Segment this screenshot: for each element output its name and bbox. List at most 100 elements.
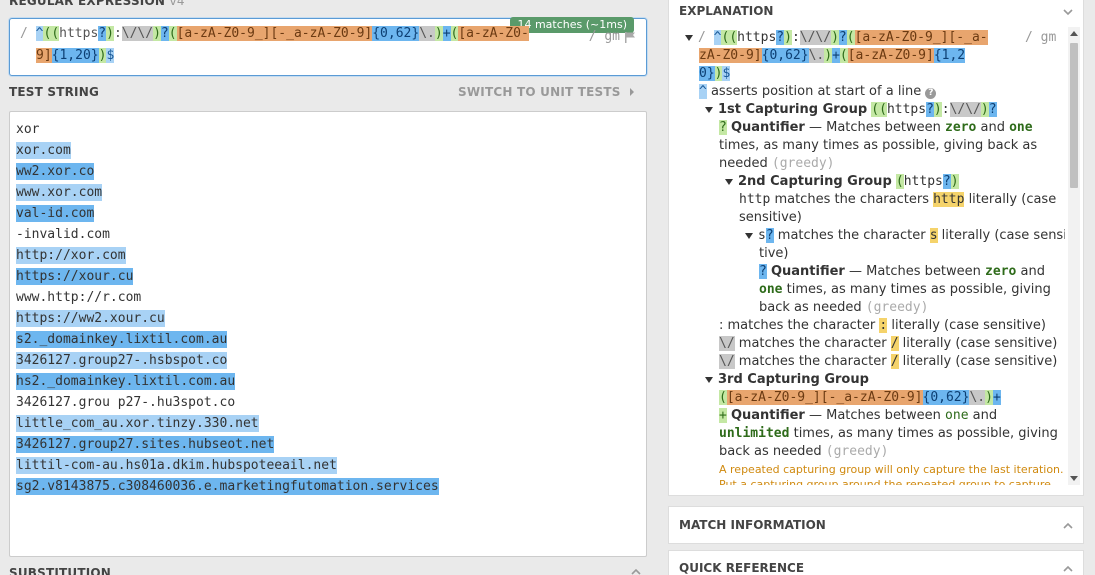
regex-tokens-line-1: ^((https?):\/\/)?([a-zA-Z0-9_][-_a-zA-Z0… xyxy=(35,26,529,41)
match-highlight: www.xor.com xyxy=(16,184,103,201)
regex-token: ( xyxy=(51,26,60,41)
expl-http-row-2: sensitive) xyxy=(739,210,802,225)
test-string-line: xor xyxy=(16,119,439,140)
substitution-header[interactable]: SUBSTITUTION xyxy=(9,566,645,575)
left-column: REGULAR EXPRESSION v4 14 matches (~1ms) … xyxy=(0,0,657,575)
regex-tokens-line-2: 9]{1,20})$ xyxy=(36,48,115,63)
scroll-up-icon[interactable] xyxy=(1070,31,1078,36)
expl-group-1-pattern: ((https?):\/\/)? xyxy=(871,102,997,117)
test-string-line: https://xour.cu xyxy=(16,266,439,287)
chevron-right-icon xyxy=(630,88,634,96)
match-information-panel[interactable]: MATCH INFORMATION xyxy=(668,506,1084,544)
expl-regex-tokens-1: ^((https?):\/\/)?([a-zA-Z0-9_][-_a- xyxy=(713,30,988,45)
expl-q1-row-2: times, as many times as possible, giving… xyxy=(719,138,1038,153)
switch-unit-tests-label: SWITCH TO UNIT TESTS xyxy=(458,85,621,99)
match-highlight: xor.com xyxy=(16,142,71,159)
regex-input[interactable]: 14 matches (~1ms) / ^((https?):\/\/)?([a… xyxy=(9,17,647,76)
regex-delim-open: / xyxy=(20,26,28,41)
scroll-down-icon[interactable] xyxy=(1070,476,1078,481)
chevron-up-icon[interactable] xyxy=(1063,564,1073,574)
test-string-line: littil-com-au.hs01a.dkim.hubspoteeail.ne… xyxy=(16,455,439,476)
chevron-up-icon[interactable] xyxy=(1063,521,1073,531)
regex-token: ? xyxy=(776,30,785,45)
regex-header-label: REGULAR EXPRESSION xyxy=(9,0,166,8)
scroll-thumb[interactable] xyxy=(1070,43,1078,188)
collapse-triangle-icon[interactable] xyxy=(685,34,693,41)
expl-q1-row-3: needed (greedy) xyxy=(719,156,835,171)
regex-token: [a-zA-Z0-9] xyxy=(847,48,934,63)
expl-q3-row-2: unlimited times, as many times as possib… xyxy=(719,426,1058,441)
test-string-header: TEST STRING SWITCH TO UNIT TESTS xyxy=(9,85,645,105)
expl-q2-row-2: one times, as many times as possible, gi… xyxy=(759,282,1051,297)
regex-token: [-_a- xyxy=(948,30,988,45)
match-highlight: s2._domainkey.lixtil.com.au xyxy=(16,331,228,348)
regex-line-1: / ^((https?):\/\/)?([a-zA-Z0-9_][-_a-zA-… xyxy=(20,26,529,41)
expl-group-2-row: 2nd Capturing Group (https?) xyxy=(725,173,959,191)
collapse-triangle-icon[interactable] xyxy=(705,376,713,383)
regex-token: {0,62} xyxy=(761,48,809,63)
test-string-label: TEST STRING xyxy=(9,85,100,99)
expl-anchor-token: ^ xyxy=(699,84,707,99)
collapse-triangle-icon[interactable] xyxy=(725,178,733,185)
regex-token: \. xyxy=(808,48,825,63)
regex-flags-text: gm xyxy=(604,29,620,44)
regex-delim-close: / xyxy=(588,29,597,44)
expl-group-1-title: 1st Capturing Group xyxy=(718,102,868,117)
regex-token: ) xyxy=(831,30,839,45)
expl-q2-row-3: back as needed (greedy) xyxy=(759,300,929,315)
test-string-line: sg2.v8143875.c308460036.e.marketingfutom… xyxy=(16,476,439,497)
regex-token: {0,62} xyxy=(372,26,420,41)
quick-reference-title: QUICK REFERENCE xyxy=(679,561,805,575)
expl-regex-flags: / gm xyxy=(1025,30,1057,45)
test-string-line: xor.com xyxy=(16,140,439,161)
regex-token: ? xyxy=(98,26,107,41)
regex-token: h xyxy=(737,30,745,45)
expl-group-3-title: 3rd Capturing Group xyxy=(718,372,869,387)
flag-icon[interactable] xyxy=(624,31,636,43)
test-string-line: -invalid.com xyxy=(16,224,439,245)
regex-token: \/ xyxy=(799,30,816,45)
regex-token: $ xyxy=(106,48,115,63)
regex-token: ? xyxy=(838,30,847,45)
expl-quantifier-label: Quantifier xyxy=(730,120,805,135)
test-line-text: www.http://r.com xyxy=(16,290,142,305)
regex-token: + xyxy=(442,26,451,41)
expl-colon-row: : matches the character : literally (cas… xyxy=(719,318,1046,333)
match-highlight: hs2._domainkey.lixtil.com.au xyxy=(16,373,236,390)
match-highlight: https://xour.cu xyxy=(16,268,134,285)
regex-flags[interactable]: / gm xyxy=(589,29,620,44)
substitution-label: SUBSTITUTION xyxy=(9,566,112,575)
regex-token: ? xyxy=(160,26,169,41)
regex-line-2: 9]{1,20})$ xyxy=(36,48,115,63)
switch-unit-tests-link[interactable]: SWITCH TO UNIT TESTS xyxy=(458,85,635,99)
expl-anchor-desc: asserts position at start of a line xyxy=(710,84,922,99)
test-string-line: www.http://r.com xyxy=(16,287,439,308)
collapse-triangle-icon[interactable] xyxy=(745,232,753,239)
regex-token: $ xyxy=(722,66,731,81)
test-string-lines: xor xor.com ww2.xor.co www.xor.com val-id.co… xyxy=(16,119,439,497)
match-highlight: little_com_au.xor.tinzy.330.net xyxy=(16,415,259,432)
test-string-line: ww2.xor.co xyxy=(16,161,439,182)
chevron-down-icon[interactable] xyxy=(1063,7,1073,17)
expl-slash-row-2: \/ matches the character / literally (ca… xyxy=(719,354,1058,369)
expl-regex-row-2: zA-Z0-9]{0,62}\.)+([a-zA-Z0-9]{1,2 xyxy=(699,47,966,65)
regex-token: : xyxy=(791,30,800,45)
regex-token: + xyxy=(832,48,840,63)
expl-http-row: http matches the characters http literal… xyxy=(739,192,1057,207)
expl-q2-row: ? Quantifier — Matches between zero and xyxy=(759,264,1045,279)
expl-group-1-row: 1st Capturing Group ((https?):\/\/)? xyxy=(705,101,997,119)
regex-token: \. xyxy=(419,26,435,41)
regex-token: 0} xyxy=(699,66,715,81)
regex-token: 9] xyxy=(36,48,52,63)
quick-reference-panel[interactable]: QUICK REFERENCE xyxy=(668,550,1084,575)
regex-token: ( xyxy=(168,26,177,41)
chevron-up-icon[interactable] xyxy=(631,569,641,575)
expl-q3-row-3: back as needed (greedy) xyxy=(719,444,889,459)
collapse-triangle-icon[interactable] xyxy=(705,106,713,113)
test-string-textarea[interactable]: xor xor.com ww2.xor.co www.xor.com val-id.co… xyxy=(9,111,647,557)
expl-group-3-row: 3rd Capturing Group xyxy=(705,371,869,389)
explanation-scrollbar[interactable] xyxy=(1068,27,1080,485)
regex-token: ( xyxy=(839,48,848,63)
help-icon[interactable]: ? xyxy=(925,88,937,99)
regex-version[interactable]: v4 xyxy=(170,0,185,8)
